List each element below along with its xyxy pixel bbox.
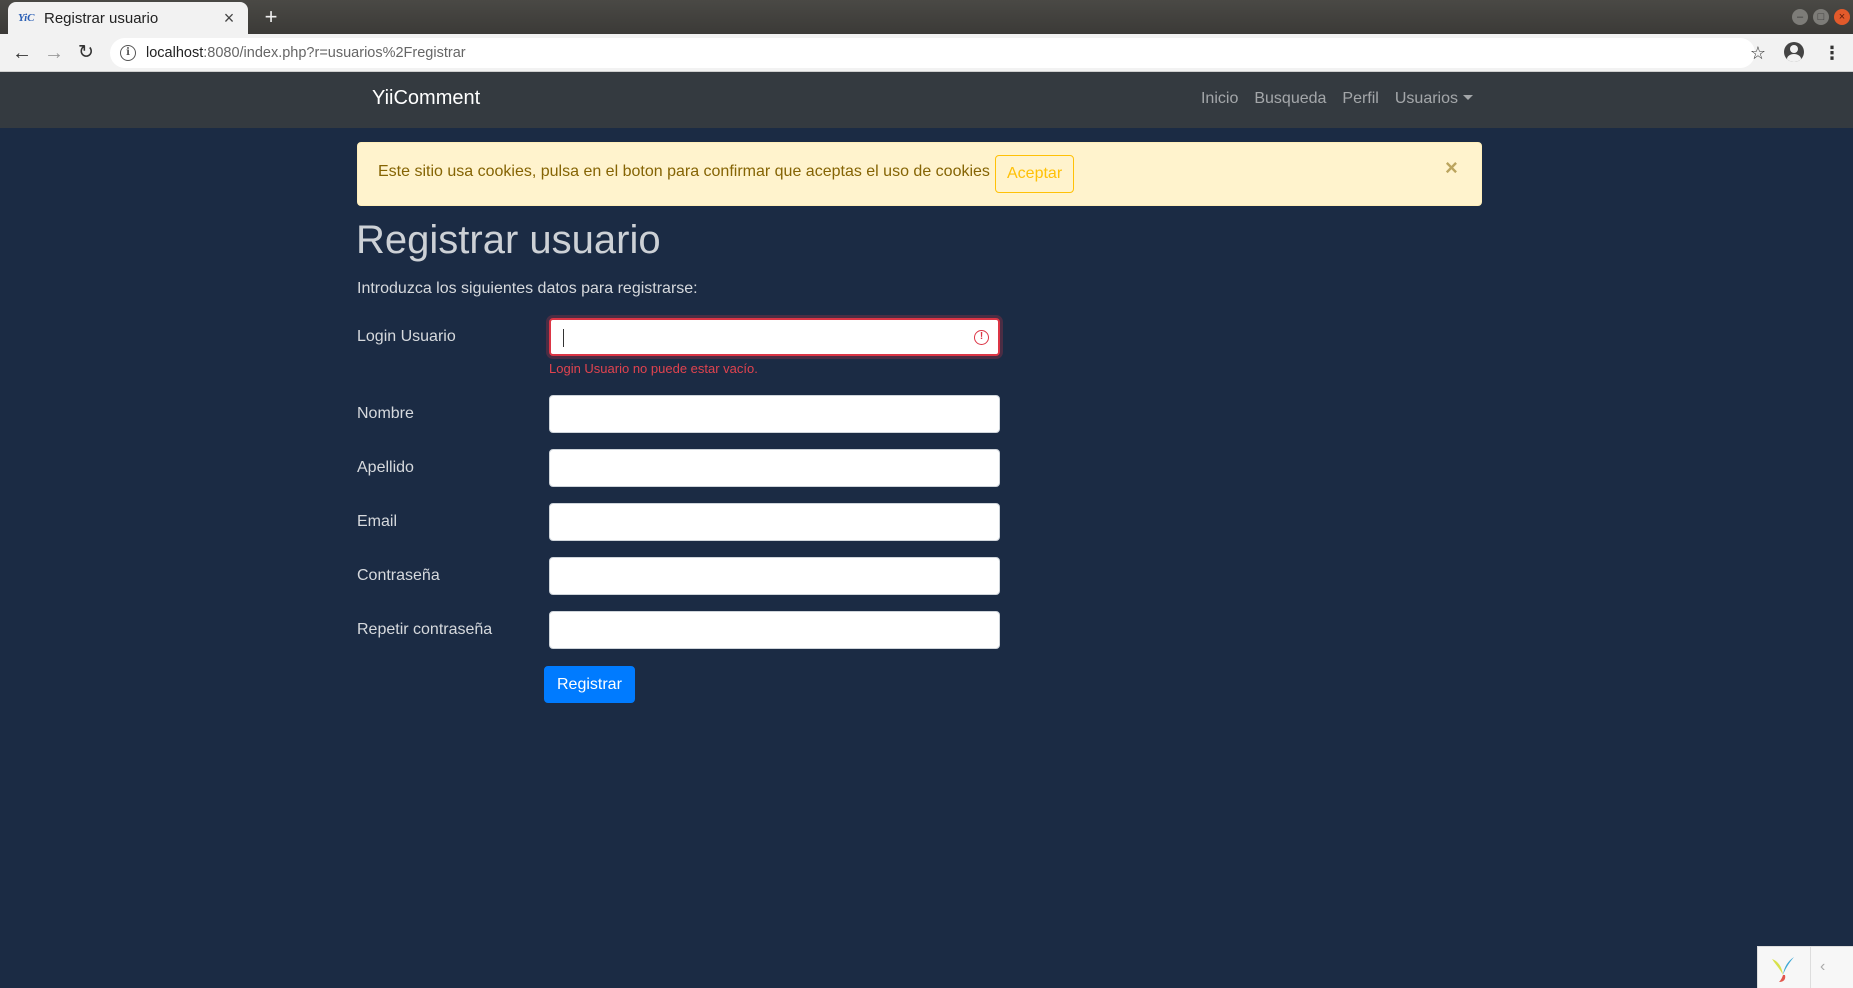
back-arrow-icon[interactable]: ← xyxy=(8,39,36,67)
bookmark-star-icon[interactable]: ☆ xyxy=(1745,40,1771,66)
browser-toolbar: ← → ↻ i localhost:8080/index.php?r=usuar… xyxy=(0,34,1853,72)
window-maximize-button[interactable]: □ xyxy=(1813,9,1829,25)
yii-debug-toolbar: ‹ xyxy=(1757,946,1853,988)
nombre-label: Nombre xyxy=(357,405,414,422)
tab-close-icon[interactable]: × xyxy=(220,8,238,29)
info-icon[interactable]: i xyxy=(120,45,136,61)
new-tab-button[interactable]: + xyxy=(258,4,284,30)
site-navbar: YiiComment Inicio Busqueda Perfil Usuari… xyxy=(0,72,1853,128)
apellido-input[interactable] xyxy=(549,449,1000,487)
address-bar[interactable]: i localhost:8080/index.php?r=usuarios%2F… xyxy=(110,38,1755,68)
nav-links: Inicio Busqueda Perfil Usuarios xyxy=(1201,90,1473,108)
url-path: :8080/index.php?r=usuarios%2Fregistrar xyxy=(203,45,466,61)
repetir-contrasena-label: Repetir contraseña xyxy=(357,621,493,638)
email-input[interactable] xyxy=(549,503,1000,541)
nav-link-busqueda[interactable]: Busqueda xyxy=(1254,90,1326,108)
maximize-icon: □ xyxy=(1817,11,1825,23)
account-icon[interactable] xyxy=(1784,42,1804,62)
accept-cookies-button[interactable]: Aceptar xyxy=(995,155,1075,193)
nav-link-inicio[interactable]: Inicio xyxy=(1201,90,1238,108)
window-close-button[interactable]: × xyxy=(1834,9,1850,25)
url-host: localhost xyxy=(146,45,204,61)
yii-logo-icon[interactable] xyxy=(1768,955,1798,983)
form-intro: Introduzca los siguientes datos para reg… xyxy=(357,280,698,297)
forward-arrow-icon[interactable]: → xyxy=(40,39,68,67)
login-usuario-input[interactable]: ! xyxy=(549,318,1000,356)
login-usuario-error: Login Usuario no puede estar vacío. xyxy=(549,361,758,376)
close-icon[interactable]: × xyxy=(1445,155,1458,181)
registrar-button[interactable]: Registrar xyxy=(544,666,635,703)
browser-menu-icon[interactable]: ⋮ xyxy=(1822,40,1842,66)
apellido-label: Apellido xyxy=(357,459,414,476)
cookie-alert-message: Este sitio usa cookies, pulsa en el boto… xyxy=(378,163,990,180)
caret-down-icon xyxy=(1463,95,1473,100)
nombre-input[interactable] xyxy=(549,395,1000,433)
browser-tab[interactable]: YiC Registrar usuario × xyxy=(8,2,248,34)
page-title: Registrar usuario xyxy=(356,218,661,262)
tab-title: Registrar usuario xyxy=(44,9,159,27)
nav-dropdown-usuarios[interactable]: Usuarios xyxy=(1395,90,1473,108)
text-cursor xyxy=(563,329,564,347)
reload-icon[interactable]: ↻ xyxy=(72,39,100,67)
repetir-contrasena-input[interactable] xyxy=(549,611,1000,649)
browser-tabstrip: YiC Registrar usuario × + – □ × xyxy=(0,0,1853,34)
contrasena-label: Contraseña xyxy=(357,567,440,584)
window-close-icon: × xyxy=(1838,11,1846,23)
chevron-left-icon[interactable]: ‹ xyxy=(1820,958,1825,976)
minimize-icon: – xyxy=(1796,11,1804,23)
email-label: Email xyxy=(357,513,398,530)
debug-separator xyxy=(1810,947,1811,988)
nav-dropdown-label: Usuarios xyxy=(1394,90,1458,107)
yii-favicon-icon: YiC xyxy=(18,12,35,24)
cookie-alert: Este sitio usa cookies, pulsa en el boto… xyxy=(357,142,1482,206)
contrasena-input[interactable] xyxy=(549,557,1000,595)
window-minimize-button[interactable]: – xyxy=(1792,9,1808,25)
error-icon: ! xyxy=(974,330,989,345)
login-usuario-label: Login Usuario xyxy=(357,328,456,345)
brand-link[interactable]: YiiComment xyxy=(372,87,480,110)
nav-link-perfil[interactable]: Perfil xyxy=(1342,90,1378,108)
